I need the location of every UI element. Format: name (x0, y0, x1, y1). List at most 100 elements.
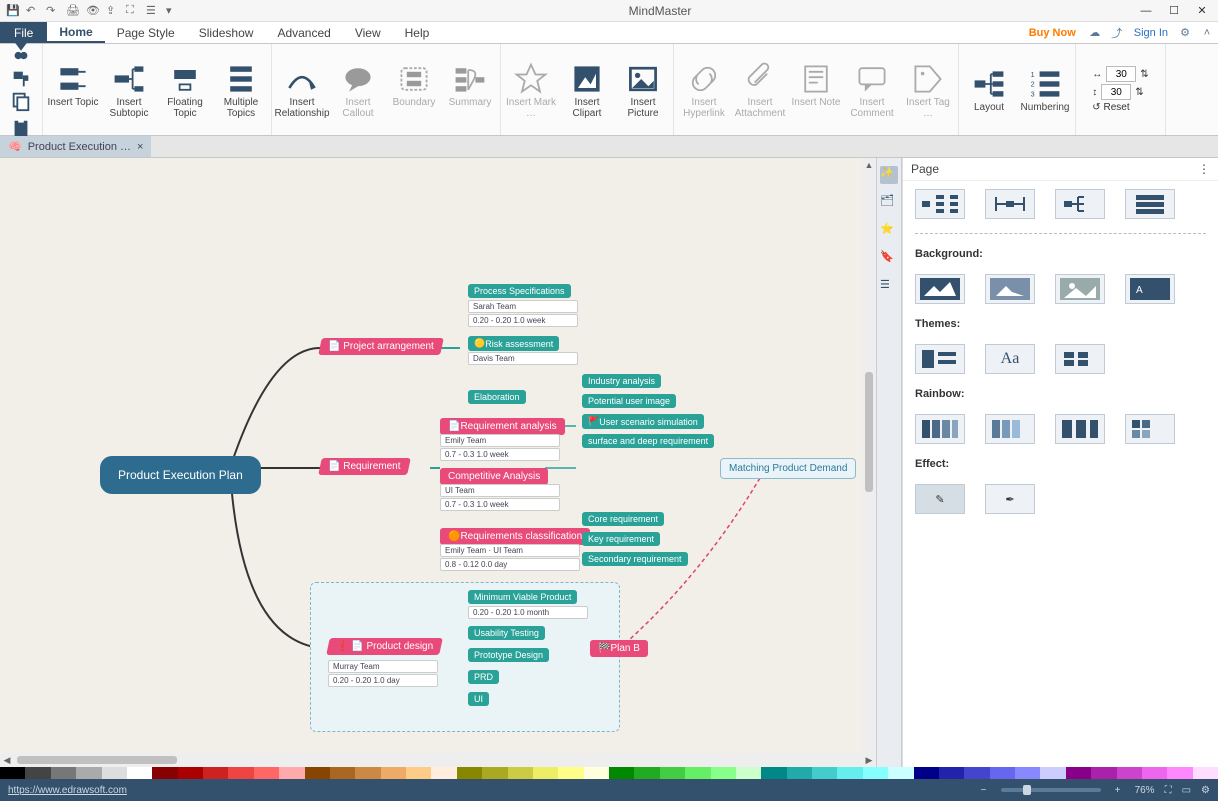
color-swatch[interactable] (152, 767, 177, 779)
scroll-right-icon[interactable]: ▶ (862, 753, 876, 767)
bg-thumb-4[interactable]: A (1125, 274, 1175, 304)
cloud-icon[interactable]: ☁ (1084, 22, 1106, 43)
color-swatch[interactable] (863, 767, 888, 779)
options-icon[interactable]: ☰ (146, 4, 160, 18)
insert-comment-button[interactable]: Insert Comment (846, 61, 898, 119)
node-usability-testing[interactable]: Usability Testing (468, 626, 545, 640)
theme-thumb-1[interactable] (915, 344, 965, 374)
insert-relationship-button[interactable]: Insert Relationship (276, 61, 328, 119)
color-swatch[interactable] (1142, 767, 1167, 779)
zoom-slider[interactable] (1001, 788, 1101, 792)
color-swatch[interactable] (102, 767, 127, 779)
insert-tag-button[interactable]: Insert Tag … (902, 61, 954, 119)
zoom-thumb[interactable] (1023, 785, 1031, 795)
outline-icon[interactable]: ☰ (880, 278, 898, 296)
insert-mark-button[interactable]: Insert Mark … (505, 61, 557, 119)
buy-now-link[interactable]: Buy Now (1021, 22, 1084, 43)
rainbow-thumb-4[interactable] (1125, 414, 1175, 444)
color-swatch[interactable] (254, 767, 279, 779)
undo-icon[interactable]: ↶ (26, 4, 40, 18)
node-key-requirement[interactable]: Key requirement (582, 532, 660, 546)
print-icon[interactable]: 🖨 (66, 4, 80, 18)
tab-advanced[interactable]: Advanced (265, 22, 342, 43)
h-scroll-thumb[interactable] (17, 756, 177, 764)
floating-matching-product-demand[interactable]: Matching Product Demand (720, 458, 856, 479)
layout-button[interactable]: Layout (963, 66, 1015, 113)
color-swatch[interactable] (939, 767, 964, 779)
color-swatch[interactable] (584, 767, 609, 779)
zoom-out-button[interactable]: − (977, 785, 991, 796)
status-link[interactable]: https://www.edrawsoft.com (8, 785, 127, 796)
rainbow-thumb-2[interactable] (985, 414, 1035, 444)
insert-picture-button[interactable]: Insert Picture (617, 61, 669, 119)
multiple-topics-button[interactable]: Multiple Topics (215, 61, 267, 119)
qat-dropdown-icon[interactable]: ▾ (166, 4, 180, 18)
insert-callout-button[interactable]: Insert Callout (332, 61, 384, 119)
wand-icon[interactable]: ✨ (880, 166, 898, 184)
boundary-product-design[interactable] (310, 582, 620, 732)
rainbow-thumb-3[interactable] (1055, 414, 1105, 444)
bg-thumb-3[interactable] (1055, 274, 1105, 304)
node-requirements-classification[interactable]: 🟠 Requirements classification (440, 528, 590, 545)
horizontal-scrollbar[interactable]: ◀ ▶ (0, 753, 876, 767)
node-prototype-design[interactable]: Prototype Design (468, 648, 549, 662)
node-risk-assessment[interactable]: 🟡 Risk assessment (468, 336, 559, 351)
color-swatch[interactable] (1193, 767, 1218, 779)
insert-clipart-button[interactable]: Insert Clipart (561, 61, 613, 119)
color-swatch[interactable] (508, 767, 533, 779)
collapse-ribbon-icon[interactable]: ˄ (1196, 22, 1218, 43)
layout-thumb-1[interactable] (915, 189, 965, 219)
tab-slideshow[interactable]: Slideshow (187, 22, 266, 43)
share-icon[interactable]: ⤴ (1106, 22, 1128, 43)
color-swatch[interactable] (406, 767, 431, 779)
tab-page-style[interactable]: Page Style (105, 22, 187, 43)
color-swatch[interactable] (1040, 767, 1065, 779)
close-button[interactable]: ✕ (1190, 2, 1214, 20)
bg-thumb-2[interactable] (985, 274, 1035, 304)
redo-icon[interactable]: ↷ (46, 4, 60, 18)
color-swatch[interactable] (787, 767, 812, 779)
node-competitive-analysis[interactable]: Competitive Analysis (440, 468, 548, 485)
color-swatch[interactable] (457, 767, 482, 779)
minimize-button[interactable]: — (1134, 2, 1158, 20)
document-tab[interactable]: 🧠 Product Execution … × (0, 136, 151, 157)
node-product-design[interactable]: ❗ 📄 Product design (326, 638, 443, 655)
maximize-button[interactable]: ☐ (1162, 2, 1186, 20)
color-swatch[interactable] (1117, 767, 1142, 779)
color-swatch[interactable] (127, 767, 152, 779)
node-process-specifications[interactable]: Process Specifications (468, 284, 571, 298)
color-swatch[interactable] (203, 767, 228, 779)
color-swatch[interactable] (888, 767, 913, 779)
boundary-button[interactable]: Boundary (388, 61, 440, 119)
export-icon[interactable]: ⇪ (106, 4, 120, 18)
color-swatch[interactable] (76, 767, 101, 779)
color-swatch[interactable] (634, 767, 659, 779)
color-swatch[interactable] (381, 767, 406, 779)
cut-icon[interactable] (10, 40, 32, 62)
color-swatch[interactable] (761, 767, 786, 779)
color-swatch[interactable] (51, 767, 76, 779)
status-gear-icon[interactable]: ⚙ (1201, 785, 1210, 796)
copy-icon[interactable] (10, 90, 32, 112)
color-swatch[interactable] (711, 767, 736, 779)
tab-view[interactable]: View (343, 22, 393, 43)
panel-menu-icon[interactable]: ⋮ (1198, 162, 1210, 176)
node-user-scenario-simulation[interactable]: 🚩 User scenario simulation (582, 414, 704, 429)
node-plan-b[interactable]: 🏁 Plan B (590, 640, 648, 657)
color-swatch[interactable] (990, 767, 1015, 779)
scroll-up-icon[interactable]: ▲ (862, 158, 876, 172)
node-core-requirement[interactable]: Core requirement (582, 512, 664, 526)
node-surface-deep-requirement[interactable]: surface and deep requirement (582, 434, 714, 448)
fit-page-icon[interactable]: ⛶ (1165, 785, 1172, 796)
theme-thumb-2[interactable]: Aa (985, 344, 1035, 374)
node-requirement-analysis[interactable]: 📄 Requirement analysis (440, 418, 565, 435)
color-swatch[interactable] (25, 767, 50, 779)
color-swatch[interactable] (0, 767, 25, 779)
node-potential-user-image[interactable]: Potential user image (582, 394, 676, 408)
insert-attachment-button[interactable]: Insert Attachment (734, 61, 786, 119)
layout-thumb-4[interactable] (1125, 189, 1175, 219)
node-industry-analysis[interactable]: Industry analysis (582, 374, 661, 388)
close-doc-icon[interactable]: × (137, 141, 143, 153)
effect-thumb-2[interactable]: ✒ (985, 484, 1035, 514)
layout-thumb-2[interactable] (985, 189, 1035, 219)
